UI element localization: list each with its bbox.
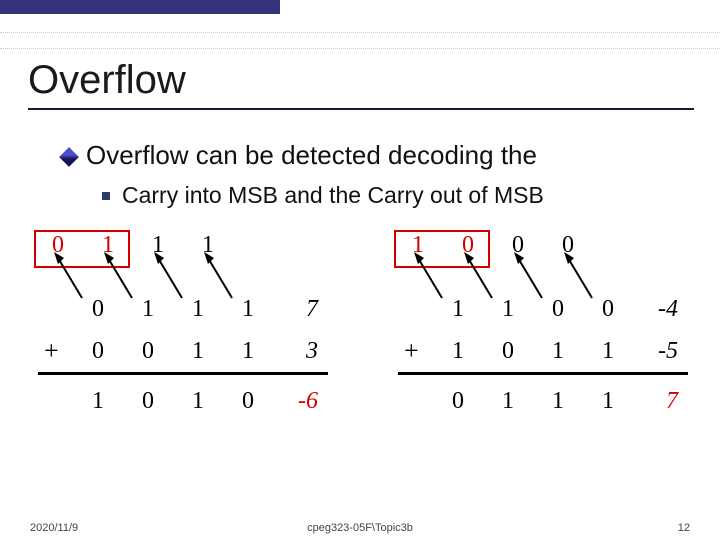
carry-arrow-icon <box>412 252 448 300</box>
decimal-value: -5 <box>638 338 678 365</box>
bit: 1 <box>228 296 268 323</box>
dotted-rule <box>0 32 720 33</box>
bit: 0 <box>128 388 168 415</box>
bullet-sub-text: Carry into MSB and the Carry out of MSB <box>122 182 544 209</box>
bullet-main-text: Overflow can be detected decoding the <box>86 140 537 171</box>
bit: 1 <box>488 296 528 323</box>
carry-arrow-icon <box>202 252 238 300</box>
footer-page: 12 <box>678 522 690 534</box>
bit: 1 <box>228 338 268 365</box>
bit: 0 <box>128 338 168 365</box>
carry-arrow-icon <box>462 252 498 300</box>
footer-middle: cpeg323-05F\Topic3b <box>0 522 720 534</box>
carry-arrow-icon <box>562 252 598 300</box>
bit: 1 <box>438 296 478 323</box>
bit: 1 <box>128 296 168 323</box>
carry-arrow-icon <box>152 252 188 300</box>
sum-rule <box>398 372 688 375</box>
title-underline <box>28 108 694 110</box>
carry-arrow-icon <box>52 252 88 300</box>
bit: 0 <box>228 388 268 415</box>
accent-bar <box>0 0 280 14</box>
dotted-rule <box>0 48 720 49</box>
bit: 0 <box>78 338 118 365</box>
bit: 1 <box>588 338 628 365</box>
bit: 0 <box>438 388 478 415</box>
slide-title: Overflow <box>28 58 186 103</box>
bit: 1 <box>538 338 578 365</box>
bit: 1 <box>78 388 118 415</box>
sum-rule <box>38 372 328 375</box>
decimal-value: 3 <box>278 338 318 365</box>
figure-area: 0 1 1 1 0 1 1 1 7 + 0 0 1 1 3 1 0 1 0 -6… <box>38 232 690 452</box>
plus-sign: + <box>404 336 419 366</box>
square-bullet-icon <box>102 192 110 200</box>
plus-sign: + <box>44 336 59 366</box>
bit: 1 <box>438 338 478 365</box>
bullet-main: Overflow can be detected decoding the <box>62 140 537 171</box>
decimal-value-overflow: -6 <box>278 388 318 415</box>
bit: 1 <box>588 388 628 415</box>
carry-arrow-icon <box>102 252 138 300</box>
bit: 0 <box>78 296 118 323</box>
bit: 0 <box>488 338 528 365</box>
bit: 0 <box>538 296 578 323</box>
bit: 1 <box>538 388 578 415</box>
carry-arrow-icon <box>512 252 548 300</box>
bit: 1 <box>488 388 528 415</box>
decimal-value: -4 <box>638 296 678 323</box>
diamond-bullet-icon <box>59 147 79 167</box>
decimal-value: 7 <box>278 296 318 323</box>
bit: 1 <box>178 338 218 365</box>
decimal-value-overflow: 7 <box>638 388 678 415</box>
bullet-sub: Carry into MSB and the Carry out of MSB <box>102 182 544 209</box>
bit: 1 <box>178 296 218 323</box>
bit: 0 <box>588 296 628 323</box>
bit: 1 <box>178 388 218 415</box>
